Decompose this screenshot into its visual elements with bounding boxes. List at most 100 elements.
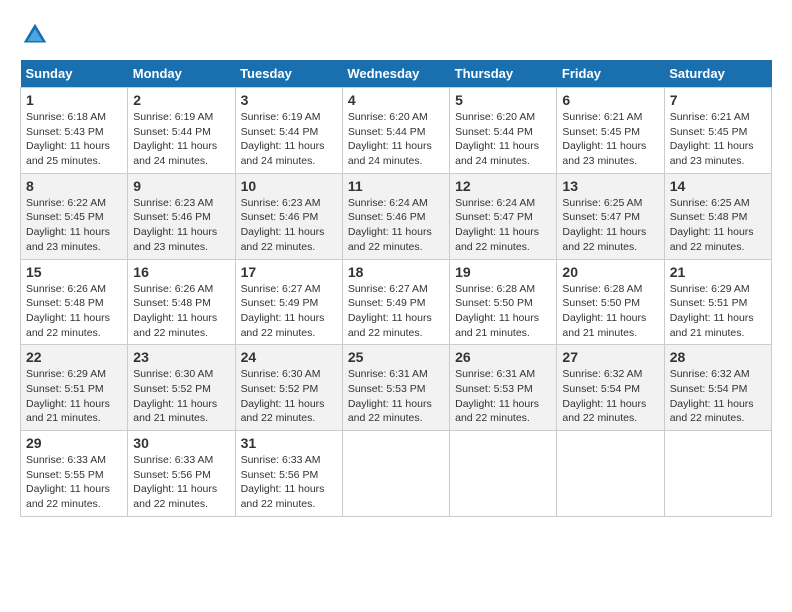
day-number: 2 [133,92,229,108]
day-info: Sunrise: 6:29 AMSunset: 5:51 PMDaylight:… [26,368,110,424]
table-row: 19 Sunrise: 6:28 AMSunset: 5:50 PMDaylig… [450,259,557,345]
day-number: 3 [241,92,337,108]
table-row: 22 Sunrise: 6:29 AMSunset: 5:51 PMDaylig… [21,345,128,431]
table-row: 31 Sunrise: 6:33 AMSunset: 5:56 PMDaylig… [235,431,342,517]
calendar-week-4: 22 Sunrise: 6:29 AMSunset: 5:51 PMDaylig… [21,345,772,431]
table-row: 13 Sunrise: 6:25 AMSunset: 5:47 PMDaylig… [557,173,664,259]
day-number: 1 [26,92,122,108]
table-row: 2 Sunrise: 6:19 AMSunset: 5:44 PMDayligh… [128,88,235,174]
day-info: Sunrise: 6:19 AMSunset: 5:44 PMDaylight:… [133,111,217,167]
calendar-week-1: 1 Sunrise: 6:18 AMSunset: 5:43 PMDayligh… [21,88,772,174]
col-sunday: Sunday [21,60,128,88]
day-info: Sunrise: 6:24 AMSunset: 5:46 PMDaylight:… [348,197,432,253]
table-row: 17 Sunrise: 6:27 AMSunset: 5:49 PMDaylig… [235,259,342,345]
day-number: 14 [670,178,766,194]
day-number: 25 [348,349,444,365]
day-info: Sunrise: 6:23 AMSunset: 5:46 PMDaylight:… [241,197,325,253]
day-info: Sunrise: 6:31 AMSunset: 5:53 PMDaylight:… [455,368,539,424]
day-number: 16 [133,264,229,280]
day-number: 8 [26,178,122,194]
calendar-week-3: 15 Sunrise: 6:26 AMSunset: 5:48 PMDaylig… [21,259,772,345]
day-number: 28 [670,349,766,365]
table-row: 27 Sunrise: 6:32 AMSunset: 5:54 PMDaylig… [557,345,664,431]
col-thursday: Thursday [450,60,557,88]
day-number: 9 [133,178,229,194]
table-row: 6 Sunrise: 6:21 AMSunset: 5:45 PMDayligh… [557,88,664,174]
day-number: 29 [26,435,122,451]
day-number: 30 [133,435,229,451]
table-row: 9 Sunrise: 6:23 AMSunset: 5:46 PMDayligh… [128,173,235,259]
day-number: 20 [562,264,658,280]
day-number: 4 [348,92,444,108]
day-info: Sunrise: 6:21 AMSunset: 5:45 PMDaylight:… [670,111,754,167]
day-info: Sunrise: 6:20 AMSunset: 5:44 PMDaylight:… [348,111,432,167]
table-row [557,431,664,517]
table-row [342,431,449,517]
day-number: 27 [562,349,658,365]
day-number: 5 [455,92,551,108]
table-row: 8 Sunrise: 6:22 AMSunset: 5:45 PMDayligh… [21,173,128,259]
day-number: 19 [455,264,551,280]
col-friday: Friday [557,60,664,88]
table-row: 10 Sunrise: 6:23 AMSunset: 5:46 PMDaylig… [235,173,342,259]
calendar-week-5: 29 Sunrise: 6:33 AMSunset: 5:55 PMDaylig… [21,431,772,517]
table-row: 14 Sunrise: 6:25 AMSunset: 5:48 PMDaylig… [664,173,771,259]
col-wednesday: Wednesday [342,60,449,88]
col-saturday: Saturday [664,60,771,88]
day-info: Sunrise: 6:28 AMSunset: 5:50 PMDaylight:… [562,283,646,339]
day-info: Sunrise: 6:31 AMSunset: 5:53 PMDaylight:… [348,368,432,424]
day-number: 17 [241,264,337,280]
day-number: 11 [348,178,444,194]
table-row: 24 Sunrise: 6:30 AMSunset: 5:52 PMDaylig… [235,345,342,431]
day-info: Sunrise: 6:30 AMSunset: 5:52 PMDaylight:… [241,368,325,424]
table-row: 28 Sunrise: 6:32 AMSunset: 5:54 PMDaylig… [664,345,771,431]
table-row: 11 Sunrise: 6:24 AMSunset: 5:46 PMDaylig… [342,173,449,259]
table-row: 25 Sunrise: 6:31 AMSunset: 5:53 PMDaylig… [342,345,449,431]
day-info: Sunrise: 6:32 AMSunset: 5:54 PMDaylight:… [562,368,646,424]
table-row: 3 Sunrise: 6:19 AMSunset: 5:44 PMDayligh… [235,88,342,174]
day-number: 31 [241,435,337,451]
day-info: Sunrise: 6:25 AMSunset: 5:47 PMDaylight:… [562,197,646,253]
day-number: 23 [133,349,229,365]
table-row: 29 Sunrise: 6:33 AMSunset: 5:55 PMDaylig… [21,431,128,517]
day-info: Sunrise: 6:27 AMSunset: 5:49 PMDaylight:… [241,283,325,339]
day-info: Sunrise: 6:18 AMSunset: 5:43 PMDaylight:… [26,111,110,167]
day-info: Sunrise: 6:33 AMSunset: 5:56 PMDaylight:… [241,454,325,510]
table-row: 12 Sunrise: 6:24 AMSunset: 5:47 PMDaylig… [450,173,557,259]
table-row: 5 Sunrise: 6:20 AMSunset: 5:44 PMDayligh… [450,88,557,174]
table-row: 18 Sunrise: 6:27 AMSunset: 5:49 PMDaylig… [342,259,449,345]
table-row: 1 Sunrise: 6:18 AMSunset: 5:43 PMDayligh… [21,88,128,174]
day-number: 7 [670,92,766,108]
day-number: 21 [670,264,766,280]
table-row: 26 Sunrise: 6:31 AMSunset: 5:53 PMDaylig… [450,345,557,431]
table-row: 23 Sunrise: 6:30 AMSunset: 5:52 PMDaylig… [128,345,235,431]
calendar-table: Sunday Monday Tuesday Wednesday Thursday… [20,60,772,517]
table-row: 4 Sunrise: 6:20 AMSunset: 5:44 PMDayligh… [342,88,449,174]
table-row: 15 Sunrise: 6:26 AMSunset: 5:48 PMDaylig… [21,259,128,345]
day-info: Sunrise: 6:27 AMSunset: 5:49 PMDaylight:… [348,283,432,339]
header-row: Sunday Monday Tuesday Wednesday Thursday… [21,60,772,88]
day-number: 12 [455,178,551,194]
day-info: Sunrise: 6:19 AMSunset: 5:44 PMDaylight:… [241,111,325,167]
day-number: 26 [455,349,551,365]
table-row: 16 Sunrise: 6:26 AMSunset: 5:48 PMDaylig… [128,259,235,345]
day-number: 6 [562,92,658,108]
day-info: Sunrise: 6:22 AMSunset: 5:45 PMDaylight:… [26,197,110,253]
day-number: 22 [26,349,122,365]
day-info: Sunrise: 6:26 AMSunset: 5:48 PMDaylight:… [133,283,217,339]
table-row [664,431,771,517]
table-row: 30 Sunrise: 6:33 AMSunset: 5:56 PMDaylig… [128,431,235,517]
day-info: Sunrise: 6:24 AMSunset: 5:47 PMDaylight:… [455,197,539,253]
day-info: Sunrise: 6:28 AMSunset: 5:50 PMDaylight:… [455,283,539,339]
day-number: 13 [562,178,658,194]
calendar-week-2: 8 Sunrise: 6:22 AMSunset: 5:45 PMDayligh… [21,173,772,259]
day-info: Sunrise: 6:20 AMSunset: 5:44 PMDaylight:… [455,111,539,167]
table-row: 7 Sunrise: 6:21 AMSunset: 5:45 PMDayligh… [664,88,771,174]
day-info: Sunrise: 6:29 AMSunset: 5:51 PMDaylight:… [670,283,754,339]
day-number: 24 [241,349,337,365]
day-info: Sunrise: 6:21 AMSunset: 5:45 PMDaylight:… [562,111,646,167]
day-number: 15 [26,264,122,280]
day-info: Sunrise: 6:26 AMSunset: 5:48 PMDaylight:… [26,283,110,339]
logo [20,20,54,50]
table-row [450,431,557,517]
